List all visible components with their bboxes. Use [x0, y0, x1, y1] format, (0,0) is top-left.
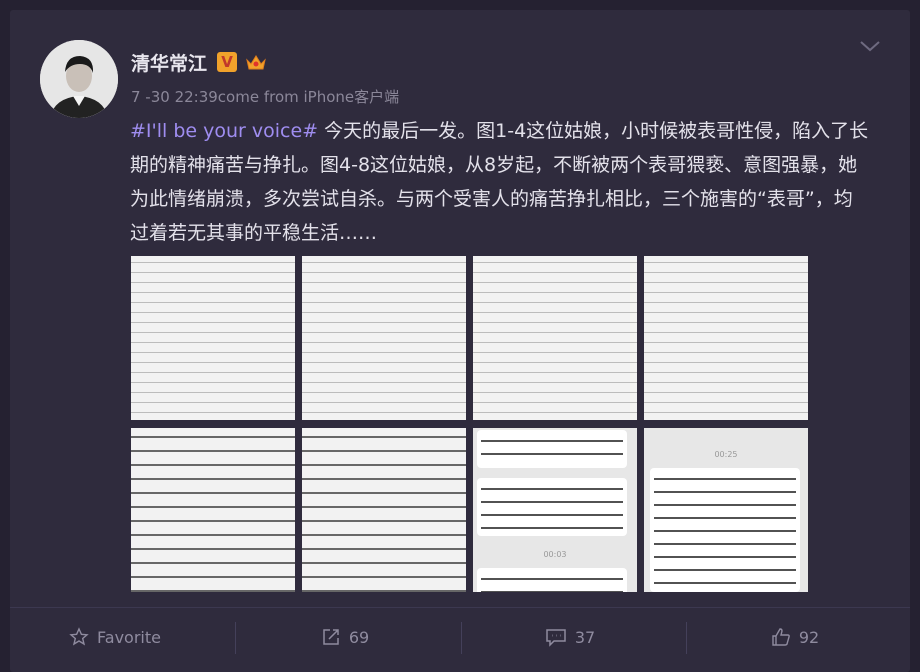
post-image-3[interactable]: [473, 256, 637, 420]
comment-count: 37: [574, 627, 596, 647]
favorite-button[interactable]: Favorite: [50, 615, 180, 659]
actions-divider: [10, 607, 910, 608]
comment-icon: [546, 629, 566, 647]
action-separator: [461, 622, 462, 654]
chevron-down-icon[interactable]: [858, 36, 882, 56]
post-image-4[interactable]: [644, 256, 808, 420]
chat-bubble: [477, 430, 627, 468]
author-name[interactable]: 清华常江: [131, 49, 207, 76]
member-crown-icon: [246, 55, 266, 70]
like-count: 92: [798, 627, 820, 647]
post-image-5[interactable]: [131, 428, 295, 592]
star-icon: [69, 627, 89, 646]
post-text: #I'll be your voice# 今天的最后一发。图1-4这位姑娘，小时…: [130, 114, 870, 250]
image-grid: 00:03 00:25: [131, 256, 811, 592]
verified-badge-icon: V: [217, 52, 238, 72]
post-image-7[interactable]: 00:03: [473, 428, 637, 592]
comment-button[interactable]: 37: [505, 615, 635, 659]
chat-bubble: [477, 568, 627, 592]
post-meta: 7 -30 22:39come from iPhone客户端: [131, 88, 400, 106]
avatar[interactable]: [40, 40, 118, 118]
avatar-photo-icon: [40, 40, 118, 118]
thumbs-up-icon: [772, 628, 790, 646]
chat-timestamp: 00:25: [714, 450, 738, 459]
post-image-2[interactable]: [302, 256, 466, 420]
repost-button[interactable]: 69: [280, 615, 410, 659]
hashtag-link[interactable]: #I'll be your voice#: [130, 120, 318, 142]
action-separator: [686, 622, 687, 654]
chat-timestamp: 00:03: [543, 550, 567, 559]
chat-bubble: [477, 478, 627, 536]
author-row: 清华常江 V: [131, 48, 267, 76]
post-image-8[interactable]: 00:25: [644, 428, 808, 592]
like-button[interactable]: 92: [730, 615, 860, 659]
action-separator: [235, 622, 236, 654]
favorite-label: Favorite: [97, 627, 161, 647]
post-image-6[interactable]: [302, 428, 466, 592]
weibo-post-card: 清华常江 V 7 -30 22:39come from iPhone客户端 #I…: [10, 10, 910, 672]
post-image-1[interactable]: [131, 256, 295, 420]
repost-count: 69: [348, 627, 370, 647]
chat-bubble: [650, 468, 800, 592]
repost-icon: [323, 629, 339, 645]
